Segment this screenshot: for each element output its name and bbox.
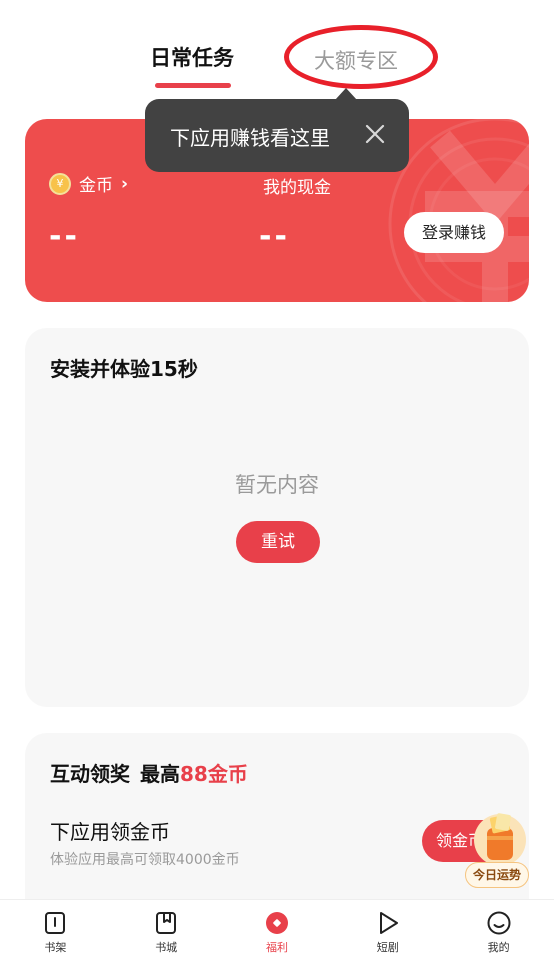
nav-item-bookshelf[interactable]: 书架	[0, 900, 111, 961]
nav-item-profile[interactable]: 我的	[443, 900, 554, 961]
coin-link[interactable]: ¥ 金币 ›	[49, 171, 128, 196]
nav-label-bookshelf: 书架	[44, 941, 67, 954]
tab-daily-tasks[interactable]: 日常任务	[150, 42, 234, 72]
fortune-bag-icon	[474, 813, 526, 866]
close-icon[interactable]	[360, 119, 390, 149]
tab-big-rewards[interactable]: 大额专区	[314, 45, 398, 75]
max-prefix: 最高	[140, 762, 180, 786]
coin-value: --	[49, 219, 80, 254]
nav-item-bookstore[interactable]: 书城	[111, 900, 222, 961]
nav-item-welfare[interactable]: 福利	[222, 900, 333, 961]
cash-value: --	[259, 219, 290, 254]
install-task-card: 安装并体验15秒 暂无内容 重试	[25, 328, 529, 707]
cash-label: 我的现金	[263, 178, 331, 198]
bookstore-icon	[156, 912, 177, 934]
app-task-subtitle: 体验应用最高可领取4000金币	[50, 852, 240, 868]
nav-item-short-drama[interactable]: 短剧	[332, 900, 443, 961]
nav-label-short-drama: 短剧	[376, 941, 399, 954]
tooltip: 下应用赚钱看这里	[145, 99, 409, 172]
coin-icon: ¥	[49, 172, 71, 195]
welfare-icon	[265, 912, 288, 934]
interact-title: 互动领奖 最高88金币	[50, 758, 248, 787]
nav-label-bookstore: 书城	[155, 941, 178, 954]
nav-label-profile: 我的	[487, 941, 510, 954]
welfare-page: 日常任务 大额专区 ¥ 金币 › 我的现金 -- -- 登录赚钱 下应用赚钱看这…	[0, 0, 554, 961]
fortune-label: 今日运势	[465, 862, 529, 888]
tooltip-text: 下应用赚钱看这里	[170, 126, 330, 150]
nav-label-welfare: 福利	[265, 941, 288, 954]
active-tab-indicator	[155, 83, 231, 88]
chevron-right-icon: ›	[121, 173, 129, 194]
app-task-title: 下应用领金币	[50, 820, 170, 844]
retry-button[interactable]: 重试	[236, 521, 320, 563]
install-title: 安装并体验15秒	[50, 357, 198, 381]
bottom-nav: 书架 书城 福利 短剧 我的	[0, 899, 554, 961]
top-tabs: 日常任务 大额专区	[0, 0, 554, 108]
max-amount: 88金币	[180, 762, 248, 786]
empty-state-text: 暂无内容	[235, 473, 319, 497]
daily-fortune-widget[interactable]: 今日运势	[465, 806, 531, 890]
login-earn-button[interactable]: 登录赚钱	[404, 212, 504, 253]
profile-icon	[487, 911, 511, 935]
interact-title-text: 互动领奖	[50, 762, 130, 786]
coin-label: 金币	[79, 176, 113, 196]
bookshelf-icon	[45, 912, 66, 934]
play-icon	[379, 912, 398, 934]
